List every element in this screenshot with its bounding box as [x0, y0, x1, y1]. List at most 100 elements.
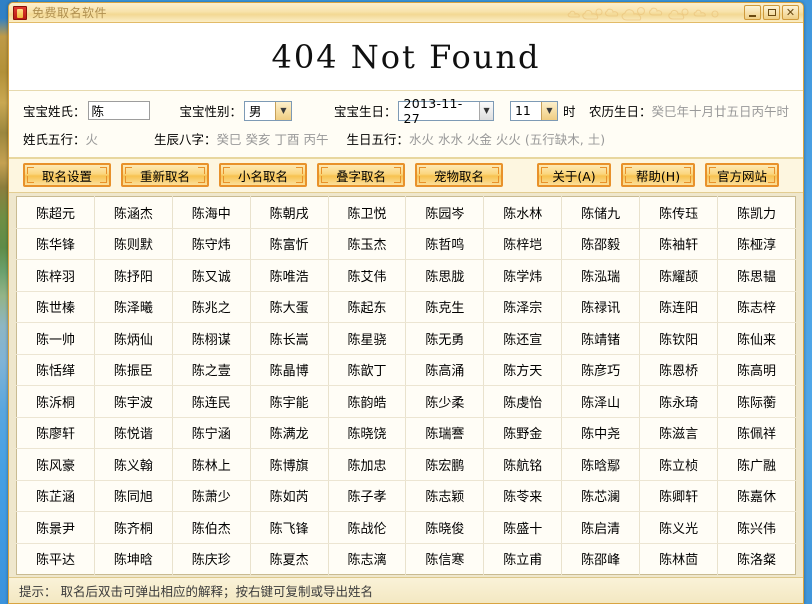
name-cell[interactable]: 陈艾伟 [328, 259, 407, 292]
name-cell[interactable]: 陈钦阳 [639, 322, 719, 355]
name-cell[interactable]: 陈加忠 [328, 448, 407, 481]
birthday-select[interactable]: 2013-11-27 ▼ [398, 96, 495, 126]
name-results-grid[interactable]: 陈超元 陈涵杰 陈海中 陈朝戌 陈卫悦 陈园岑 陈水林 陈储九 陈传珏 陈凯力 陈华锋 陈则默 陈守炜陈… [16, 196, 796, 575]
name-cell[interactable]: 陈韵皓 [328, 385, 407, 418]
name-cell[interactable]: 陈苓来 [483, 480, 563, 512]
name-cell[interactable]: 陈兆之 [172, 291, 251, 323]
name-cell[interactable]: 陈晶博 [250, 354, 329, 386]
name-cell[interactable]: 陈立甫 [483, 543, 563, 575]
name-cell[interactable]: 陈永琦 [639, 385, 719, 418]
name-cell[interactable]: 陈泽山 [561, 385, 641, 418]
name-cell[interactable]: 陈泝桐 [16, 385, 95, 418]
name-cell[interactable]: 陈野金 [483, 417, 563, 449]
name-cell[interactable]: 陈中尧 [561, 417, 641, 449]
name-cell[interactable]: 陈耀颉 [639, 259, 719, 292]
name-cell[interactable]: 陈连阳 [639, 291, 719, 323]
name-cell[interactable]: 陈滋言 [639, 417, 719, 449]
name-cell[interactable]: 陈瑞謇 [405, 417, 485, 449]
name-cell[interactable]: 陈伯杰 [172, 511, 251, 544]
name-cell[interactable]: 陈佩祥 [717, 417, 796, 449]
name-cell[interactable]: 陈庆珍 [172, 543, 251, 575]
name-cell[interactable]: 陈抒阳 [94, 259, 173, 292]
name-cell[interactable]: 陈涵杰 [94, 196, 173, 229]
name-cell[interactable]: 陈航铭 [483, 448, 563, 481]
name-cell[interactable]: 陈彦巧 [561, 354, 641, 386]
name-cell[interactable]: 陈园岑 [405, 196, 485, 229]
name-cell[interactable]: 陈星骁 [328, 322, 407, 355]
name-cell[interactable]: 陈栩谋 [172, 322, 251, 355]
name-cell[interactable]: 陈悦谐 [94, 417, 173, 449]
name-cell[interactable]: 陈林上 [172, 448, 251, 481]
name-cell[interactable]: 陈大蛋 [250, 291, 329, 323]
name-cell[interactable]: 陈泽宗 [483, 291, 563, 323]
name-cell[interactable]: 陈志漓 [328, 543, 407, 575]
name-cell[interactable]: 陈义光 [639, 511, 719, 544]
name-cell[interactable]: 陈洛粲 [718, 543, 796, 575]
name-cell[interactable]: 陈仙来 [717, 322, 796, 355]
name-cell[interactable]: 陈晗鄢 [561, 448, 641, 481]
name-cell[interactable]: 陈富忻 [250, 228, 329, 260]
name-cell[interactable]: 陈华锋 [16, 228, 95, 260]
name-cell[interactable]: 陈凯力 [717, 196, 796, 229]
name-cell[interactable]: 陈广融 [717, 448, 796, 481]
name-cell[interactable]: 陈盛十 [483, 511, 563, 544]
naming-settings-button[interactable]: 取名设置 [23, 163, 111, 187]
name-cell[interactable]: 陈卿轩 [639, 480, 719, 512]
name-cell[interactable]: 陈虔怡 [483, 385, 563, 418]
name-cell[interactable]: 陈水林 [483, 196, 563, 229]
name-cell[interactable]: 陈芷涵 [16, 480, 95, 512]
name-cell[interactable]: 陈梓羽 [16, 259, 95, 292]
name-cell[interactable]: 陈宏鹏 [405, 448, 485, 481]
name-cell[interactable]: 陈歆丁 [328, 354, 407, 386]
gender-select[interactable]: 男 ▼ [244, 100, 292, 121]
official-site-button[interactable]: 官方网站 [705, 163, 779, 187]
name-cell[interactable]: 陈桠淳 [717, 228, 796, 260]
name-cell[interactable]: 陈起东 [328, 291, 407, 323]
name-cell[interactable]: 陈储九 [561, 196, 641, 229]
name-cell[interactable]: 陈邵峰 [561, 543, 641, 575]
name-cell[interactable]: 陈恩桥 [639, 354, 719, 386]
name-cell[interactable]: 陈志颖 [405, 480, 485, 512]
name-cell[interactable]: 陈芯澜 [561, 480, 641, 512]
name-cell[interactable]: 陈思韫 [717, 259, 796, 292]
name-cell[interactable]: 陈之壹 [172, 354, 251, 386]
about-button[interactable]: 关于(A) [537, 163, 611, 187]
name-cell[interactable]: 陈博旗 [250, 448, 329, 481]
name-cell[interactable]: 陈林茴 [639, 543, 719, 575]
name-cell[interactable]: 陈嘉休 [717, 480, 796, 512]
name-cell[interactable]: 陈启清 [561, 511, 641, 544]
name-cell[interactable]: 陈又诚 [172, 259, 251, 292]
name-cell[interactable]: 陈景尹 [16, 511, 95, 544]
hour-select[interactable]: 11 ▼ [509, 100, 558, 121]
name-cell[interactable]: 陈禄讯 [561, 291, 641, 323]
help-button[interactable]: 帮助(H) [621, 163, 695, 187]
name-cell[interactable]: 陈高涌 [405, 354, 485, 386]
regenerate-names-button[interactable]: 重新取名 [121, 163, 209, 187]
name-cell[interactable]: 陈宁涵 [172, 417, 251, 449]
name-cell[interactable]: 陈平达 [16, 543, 95, 575]
name-cell[interactable]: 陈哲鸣 [405, 228, 485, 260]
name-cell[interactable]: 陈守炜 [172, 228, 251, 260]
name-cell[interactable]: 陈梓垲 [483, 228, 563, 260]
name-cell[interactable]: 陈齐桐 [94, 511, 173, 544]
name-cell[interactable]: 陈泽曦 [94, 291, 173, 323]
name-cell[interactable]: 陈则默 [94, 228, 173, 260]
name-cell[interactable]: 陈唯浩 [250, 259, 329, 292]
name-cell[interactable]: 陈廖轩 [16, 417, 95, 449]
name-cell[interactable]: 陈子孝 [328, 480, 407, 512]
name-cell[interactable]: 陈志梓 [717, 291, 796, 323]
name-cell[interactable]: 陈萧少 [172, 480, 251, 512]
name-cell[interactable]: 陈连民 [172, 385, 251, 418]
pet-name-button[interactable]: 宠物取名 [415, 163, 503, 187]
close-button[interactable]: ✕ [782, 5, 799, 20]
name-cell[interactable]: 陈满龙 [250, 417, 329, 449]
name-cell[interactable]: 陈靖锗 [561, 322, 641, 355]
name-cell[interactable]: 陈玉杰 [328, 228, 407, 260]
name-cell[interactable]: 陈恬缂 [16, 354, 95, 386]
name-cell[interactable]: 陈卫悦 [328, 196, 407, 229]
name-cell[interactable]: 陈邵毅 [561, 228, 641, 260]
name-cell[interactable]: 陈世榛 [16, 291, 95, 323]
name-cell[interactable]: 陈宇能 [250, 385, 329, 418]
name-cell[interactable]: 陈炳仙 [94, 322, 173, 355]
maximize-button[interactable] [763, 5, 780, 20]
